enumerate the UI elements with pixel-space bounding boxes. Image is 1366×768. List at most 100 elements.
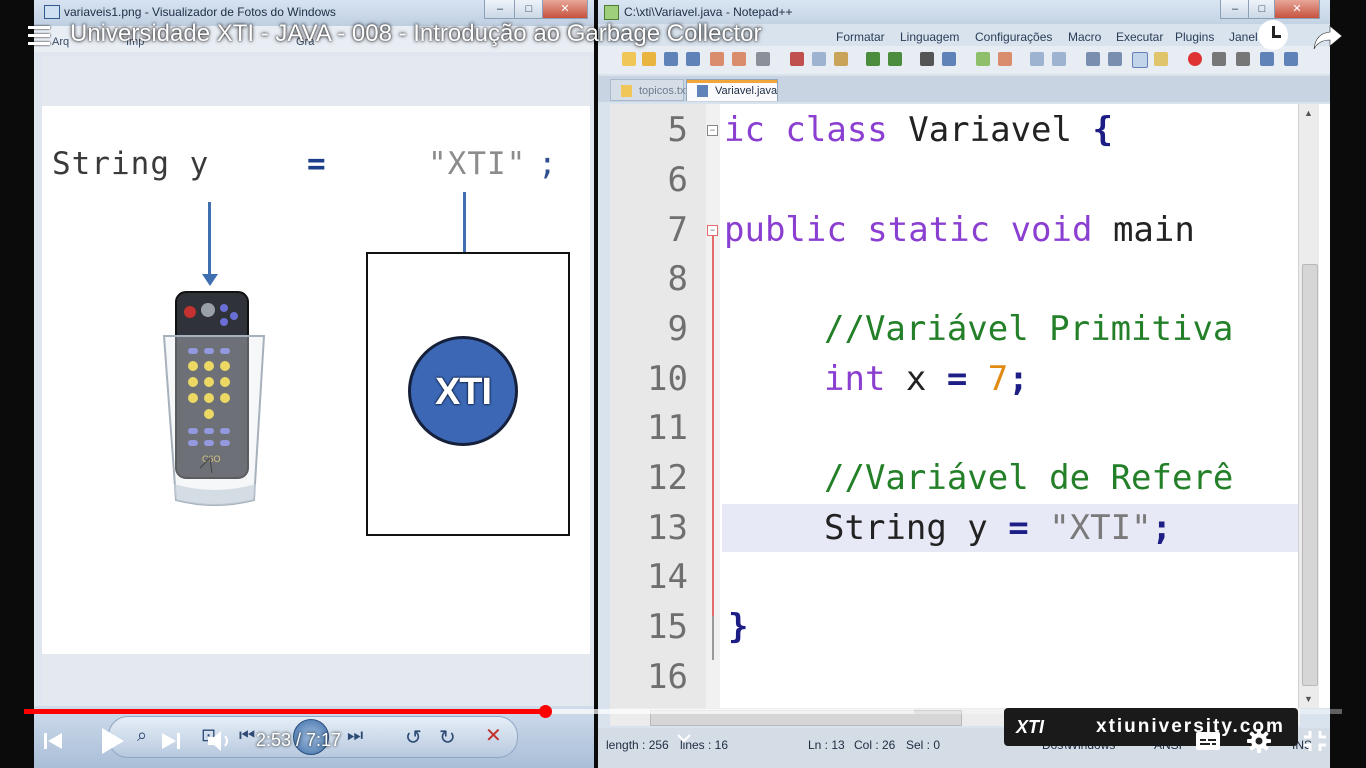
- comment-token: //Variável Primitiva: [824, 309, 1234, 349]
- close-file-icon[interactable]: [710, 52, 724, 66]
- save-all-icon[interactable]: [686, 52, 700, 66]
- exit-fullscreen-icon[interactable]: [1302, 729, 1328, 753]
- vertical-scroll-thumb[interactable]: [1302, 264, 1318, 686]
- subtitles-icon[interactable]: [1194, 730, 1222, 752]
- notepadpp-title: C:\xti\Variavel.java - Notepad++: [624, 5, 793, 19]
- code-line-9: //Variável Primitiva: [824, 309, 1233, 349]
- show-all-chars-icon[interactable]: [1108, 52, 1122, 66]
- tab-topicos[interactable]: topicos.txt: [610, 79, 689, 101]
- identifier-token: x: [885, 359, 947, 399]
- zoom-out-icon[interactable]: [998, 52, 1012, 66]
- slide-code-literal: "XTI": [428, 146, 527, 182]
- operator-token: =: [1008, 508, 1029, 548]
- menu-macro[interactable]: Macro: [1068, 30, 1101, 44]
- save-macro-icon[interactable]: [1284, 52, 1298, 66]
- volume-icon[interactable]: [206, 729, 234, 753]
- xti-object-label: XTI: [434, 371, 492, 413]
- replace-icon[interactable]: [942, 52, 956, 66]
- slide-code-line: String y = "XTI" ;: [52, 146, 572, 186]
- sync-vertical-icon[interactable]: [1030, 52, 1044, 66]
- print-icon[interactable]: [756, 52, 770, 66]
- scroll-up-icon[interactable]: ▲: [1304, 108, 1313, 118]
- settings-gear-icon[interactable]: [1246, 728, 1272, 754]
- tab-label: topicos.txt: [639, 85, 689, 97]
- brace-token: {: [1092, 110, 1113, 150]
- close-all-icon[interactable]: [732, 52, 746, 66]
- record-macro-icon[interactable]: [1188, 52, 1202, 66]
- line-number: 5: [667, 110, 688, 150]
- menu-arquivo[interactable]: Arq: [52, 36, 69, 48]
- npp-maximize-button[interactable]: □: [1248, 0, 1276, 19]
- user-lang-icon[interactable]: [1154, 52, 1168, 66]
- keyword-token: ic class: [724, 110, 888, 150]
- sync-horizontal-icon[interactable]: [1052, 52, 1066, 66]
- operator-token: =: [946, 359, 968, 399]
- indent-guide-icon[interactable]: [1132, 52, 1148, 68]
- line-number: 14: [647, 557, 688, 597]
- maximize-button[interactable]: □: [514, 0, 544, 19]
- paste-icon[interactable]: [834, 52, 848, 66]
- status-column: Col : 26: [854, 738, 896, 752]
- open-file-icon[interactable]: [642, 52, 656, 66]
- playlist-menu-icon[interactable]: [28, 26, 50, 46]
- code-editor[interactable]: − − 5 6 7 8 9 10 11 12 13 14 15 16 ic cl…: [610, 104, 1330, 708]
- chevron-down-icon[interactable]: [676, 733, 692, 743]
- tab-variavel[interactable]: Variavel.java: [686, 79, 778, 101]
- save-icon[interactable]: [664, 52, 678, 66]
- progress-played: [24, 709, 545, 714]
- line-number: 11: [647, 408, 688, 448]
- slide-image: String y = "XTI" ; XTI: [42, 106, 590, 654]
- fold-toggle-main[interactable]: −: [707, 225, 718, 236]
- menu-plugins[interactable]: Plugins: [1175, 30, 1214, 44]
- stop-macro-icon[interactable]: [1212, 52, 1226, 66]
- watch-later-icon[interactable]: [1258, 20, 1288, 50]
- find-icon[interactable]: [920, 52, 934, 66]
- menu-configuracoes[interactable]: Configurações: [975, 30, 1052, 44]
- notepadpp-app-icon: [604, 5, 619, 20]
- menu-executar[interactable]: Executar: [1116, 30, 1163, 44]
- rotate-right-icon[interactable]: ↻: [439, 725, 456, 750]
- cut-icon[interactable]: [790, 52, 804, 66]
- new-file-icon[interactable]: [622, 52, 636, 66]
- minimize-button[interactable]: –: [484, 0, 516, 19]
- run-macro-multiple-icon[interactable]: [1260, 52, 1274, 66]
- previous-image-icon[interactable]: ⏮: [239, 725, 255, 746]
- zoom-icon[interactable]: ⌕: [137, 725, 147, 746]
- rotate-left-icon[interactable]: ↺: [405, 725, 422, 750]
- number-token: 7: [967, 359, 1009, 399]
- copy-icon[interactable]: [812, 52, 826, 66]
- scrubber-handle[interactable]: [539, 705, 552, 718]
- text-file-icon: [621, 85, 632, 97]
- semicolon-token: ;: [1151, 508, 1173, 548]
- string-token: "XTI": [1028, 508, 1152, 548]
- photo-viewer-title: variaveis1.png - Visualizador de Fotos d…: [64, 5, 336, 19]
- menu-formatar[interactable]: Formatar: [836, 30, 885, 44]
- xti-watermark-logo: XTI: [1016, 717, 1045, 737]
- next-video-icon[interactable]: [158, 731, 182, 751]
- previous-video-icon[interactable]: [42, 731, 66, 751]
- play-icon[interactable]: [98, 726, 126, 756]
- redo-icon[interactable]: [888, 52, 902, 66]
- vertical-scrollbar[interactable]: ▲ ▼: [1298, 104, 1319, 708]
- npp-minimize-button[interactable]: –: [1220, 0, 1250, 19]
- keyword-token: int: [824, 359, 886, 399]
- zoom-in-icon[interactable]: [976, 52, 990, 66]
- fold-toggle-class[interactable]: −: [707, 125, 718, 136]
- tab-label: Variavel.java: [715, 85, 778, 97]
- undo-icon[interactable]: [866, 52, 880, 66]
- word-wrap-icon[interactable]: [1086, 52, 1100, 66]
- fold-range-end: [712, 616, 714, 660]
- share-icon[interactable]: [1312, 22, 1344, 52]
- npp-close-button[interactable]: ✕: [1274, 0, 1320, 19]
- menu-janela[interactable]: Janel: [1229, 30, 1258, 44]
- close-button[interactable]: ✕: [542, 0, 588, 19]
- next-image-icon[interactable]: ⏭: [347, 725, 363, 746]
- video-title[interactable]: Universidade XTI - JAVA - 008 - Introduç…: [70, 20, 761, 48]
- slide-code-semicolon: ;: [538, 146, 558, 182]
- scroll-down-icon[interactable]: ▼: [1304, 694, 1313, 704]
- code-line-13: String y = "XTI";: [824, 508, 1172, 548]
- menu-linguagem[interactable]: Linguagem: [900, 30, 959, 44]
- play-macro-icon[interactable]: [1236, 52, 1250, 66]
- slide-code-type: String y: [52, 146, 210, 182]
- delete-icon[interactable]: ✕: [485, 723, 502, 748]
